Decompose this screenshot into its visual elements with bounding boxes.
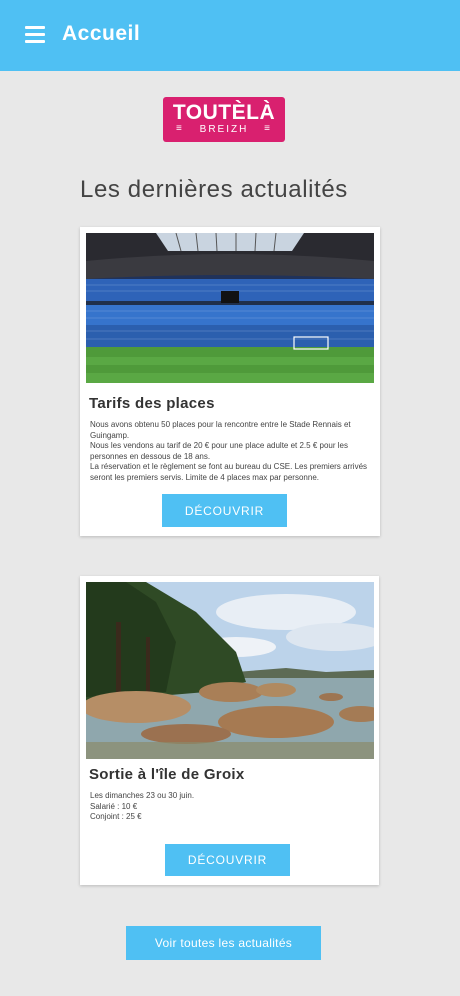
article-title: Tarifs des places	[89, 395, 215, 412]
article-body: Les dimanches 23 ou 30 juin. Salarié : 1…	[90, 791, 370, 823]
app-bar: Accueil	[0, 0, 460, 71]
article-body: Nous avons obtenu 50 places pour la renc…	[90, 420, 370, 483]
page-title: Les dernières actualités	[80, 176, 348, 203]
coast-image	[86, 582, 374, 759]
app-bar-title: Accueil	[62, 22, 141, 45]
article-paragraph: Les dimanches 23 ou 30 juin.	[90, 791, 195, 800]
toutela-breizh-logo: TOUTÈLÀ BREIZH	[163, 97, 285, 142]
news-card: Sortie à l'île de Groix Les dimanches 23…	[80, 576, 379, 885]
logo-main-text: TOUTÈLÀ	[172, 101, 276, 124]
news-card: Tarifs des places Nous avons obtenu 50 p…	[80, 227, 380, 536]
all-news-button[interactable]: Voir toutes les actualités	[126, 926, 321, 960]
article-paragraph: Conjoint : 25 €	[90, 812, 142, 821]
article-paragraph: Nous avons obtenu 50 places pour la renc…	[90, 420, 351, 440]
logo-sub-text: BREIZH	[163, 123, 285, 135]
article-paragraph: Salarié : 10 €	[90, 801, 138, 811]
article-title: Sortie à l'île de Groix	[89, 766, 245, 783]
article-paragraph: Nous les vendons au tarif de 20 € pour u…	[90, 441, 348, 461]
article-paragraph: La réservation et le règlement se font a…	[90, 462, 368, 482]
hamburger-menu-icon[interactable]	[25, 26, 47, 44]
stadium-image	[86, 233, 374, 383]
discover-button[interactable]: DÉCOUVRIR	[165, 844, 290, 876]
discover-button[interactable]: DÉCOUVRIR	[162, 494, 287, 527]
